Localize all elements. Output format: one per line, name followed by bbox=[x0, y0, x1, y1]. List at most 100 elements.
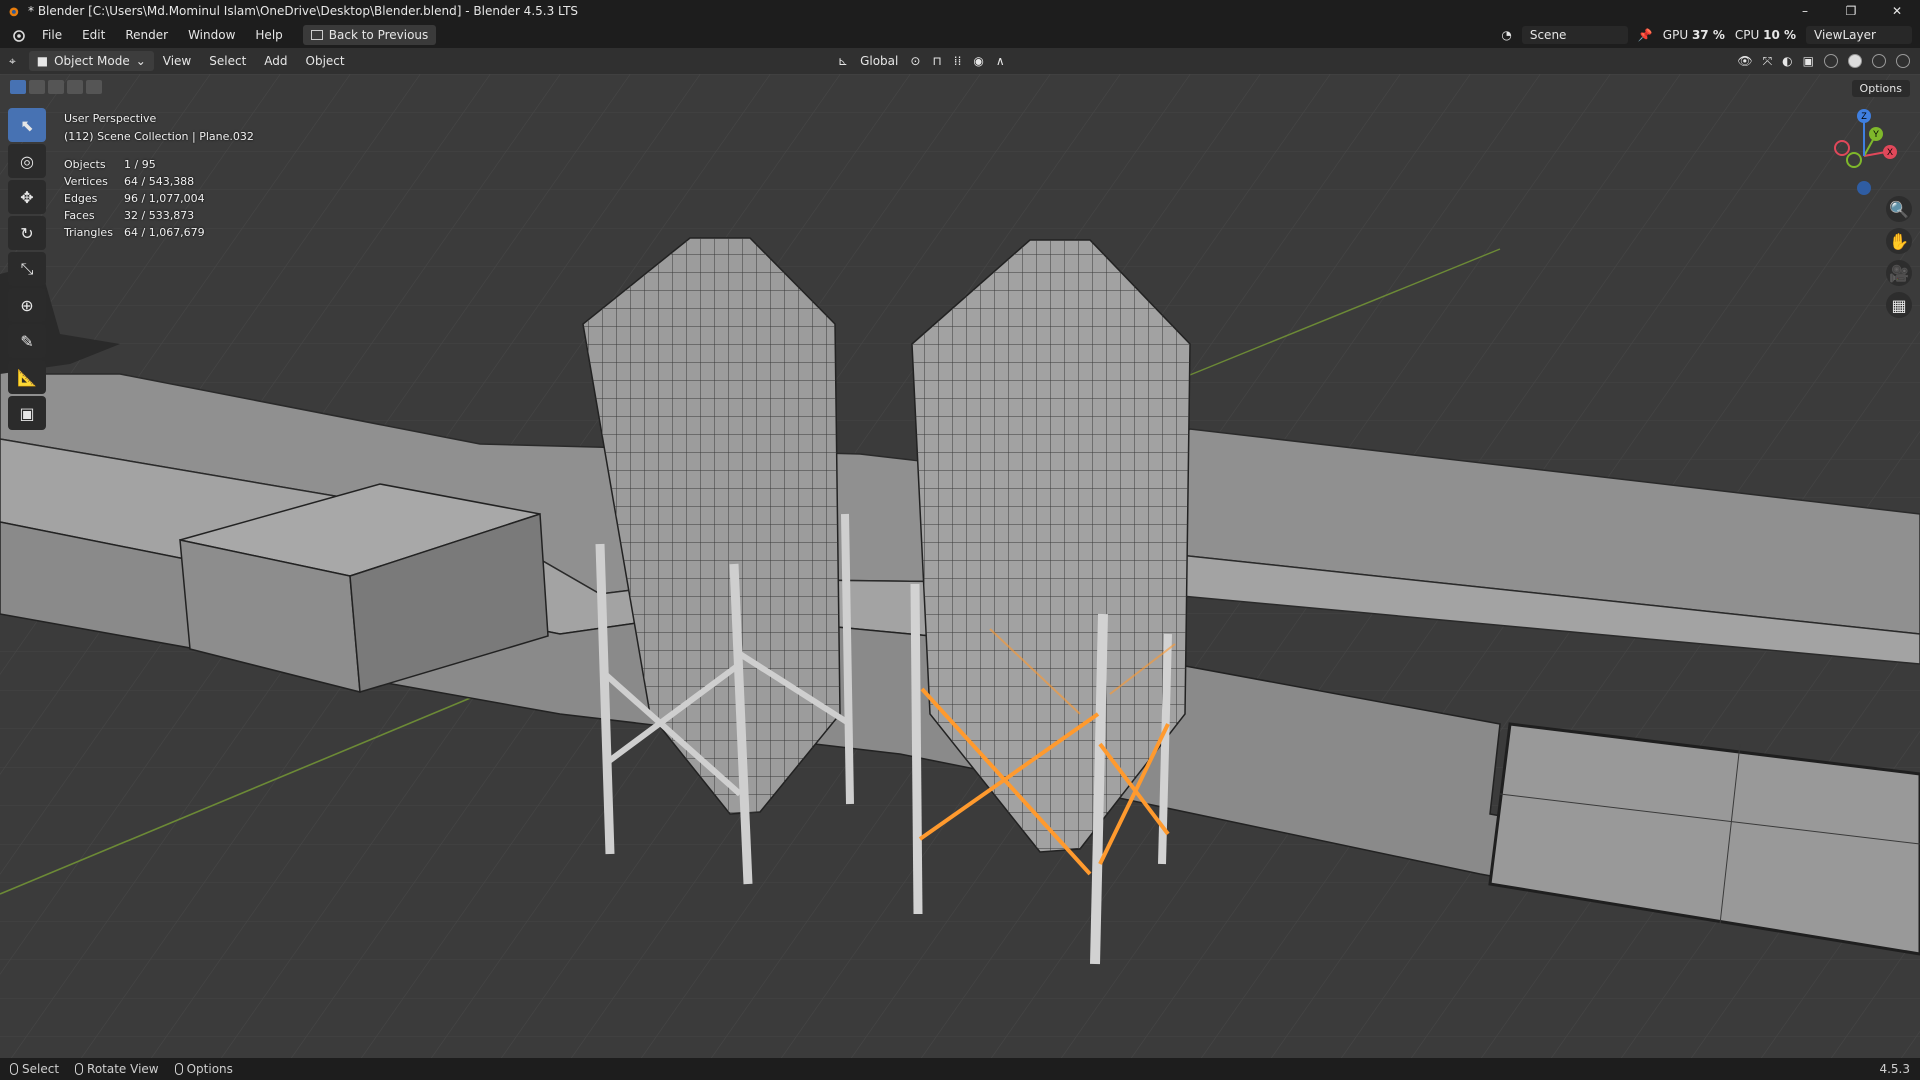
snap-target-icon[interactable]: ⁞⁞ bbox=[954, 54, 962, 68]
window-title: * Blender [C:\Users\Md.Mominul Islam\One… bbox=[28, 4, 579, 18]
menu-object[interactable]: Object bbox=[297, 48, 354, 74]
pan-hand-icon[interactable]: ✋ bbox=[1886, 228, 1912, 254]
add-cube-tool[interactable]: ▣ bbox=[8, 396, 46, 430]
menu-select[interactable]: Select bbox=[200, 48, 255, 74]
visibility-icon[interactable]: 👁 bbox=[1737, 54, 1752, 68]
transform-orientation-icon: ⊾ bbox=[838, 54, 849, 68]
transform-tool[interactable]: ⊕ bbox=[8, 288, 46, 322]
menu-edit[interactable]: Edit bbox=[72, 22, 115, 48]
gizmo-x-label: X bbox=[1887, 147, 1893, 157]
annotate-tool[interactable]: ✎ bbox=[8, 324, 46, 358]
menu-add[interactable]: Add bbox=[255, 48, 296, 74]
wireframe-shading-button[interactable] bbox=[1824, 54, 1838, 68]
move-tool[interactable]: ✥ bbox=[8, 180, 46, 214]
top-menubar: File Edit Render Window Help Back to Pre… bbox=[0, 22, 1920, 48]
stat-row: Objects 1 / 95 bbox=[64, 158, 156, 171]
scene-statistics: Objects 1 / 95 Vertices 64 / 543,388 Edges… bbox=[64, 156, 254, 241]
collection-label: (112) Scene Collection | Plane.032 bbox=[64, 130, 254, 143]
select-invert-button[interactable] bbox=[67, 80, 83, 94]
menu-render[interactable]: Render bbox=[115, 22, 178, 48]
blender-menu-icon[interactable] bbox=[10, 27, 26, 43]
select-extend-button[interactable] bbox=[29, 80, 45, 94]
overlay-toggle-icon[interactable]: ◐ bbox=[1782, 54, 1792, 68]
view-layer-selector[interactable]: ViewLayer bbox=[1806, 26, 1912, 44]
close-button[interactable]: ✕ bbox=[1874, 0, 1920, 22]
select-new-button[interactable] bbox=[10, 80, 26, 94]
cursor-arrow-icon: ⬉ bbox=[20, 115, 34, 135]
scale-icon: ⤡ bbox=[20, 259, 34, 278]
scale-tool[interactable]: ⤡ bbox=[8, 252, 46, 286]
scene-canvas[interactable] bbox=[0, 74, 1920, 1058]
zoom-icon[interactable]: 🔍 bbox=[1886, 196, 1912, 222]
navigation-buttons: 🔍 ✋ 🎥 ▦ bbox=[1886, 196, 1912, 318]
pin-icon[interactable]: 📌 bbox=[1638, 28, 1653, 42]
navigation-gizmo[interactable]: X Y Z bbox=[1824, 108, 1904, 198]
viewport-info-overlay: User Perspective (112) Scene Collection … bbox=[64, 110, 254, 241]
mode-label: Object Mode bbox=[54, 54, 130, 68]
editor-type-icon[interactable]: ⌖ bbox=[0, 48, 25, 74]
camera-icon[interactable]: 🎥 bbox=[1886, 260, 1912, 286]
measure-tool[interactable]: 📐 bbox=[8, 360, 46, 394]
select-subtract-button[interactable] bbox=[48, 80, 64, 94]
window-titlebar: * Blender [C:\Users\Md.Mominul Islam\One… bbox=[0, 0, 1920, 22]
3d-viewport[interactable]: ⬉ ◎ ✥ ↻ ⤡ ⊕ ✎ 📐 ▣ User Perspective (112)… bbox=[0, 74, 1920, 1058]
back-to-previous-button[interactable]: Back to Previous bbox=[302, 25, 437, 45]
blender-logo-icon bbox=[9, 7, 19, 17]
cpu-usage: CPU 10 % bbox=[1734, 28, 1796, 42]
cube-icon: ▣ bbox=[19, 403, 35, 423]
gpu-usage: GPU 37 % bbox=[1662, 28, 1725, 42]
move-arrows-icon: ✥ bbox=[20, 187, 34, 207]
pivot-icon[interactable]: ⊙ bbox=[910, 54, 920, 68]
version-label: 4.5.3 bbox=[1879, 1062, 1910, 1076]
menu-window[interactable]: Window bbox=[178, 22, 245, 48]
menu-file[interactable]: File bbox=[32, 22, 72, 48]
transform-orientation-select[interactable]: Global bbox=[860, 54, 898, 68]
viewport-header: ⌖ ■ Object Mode ⌄ View Select Add Object… bbox=[0, 48, 1920, 74]
menu-view[interactable]: View bbox=[154, 48, 200, 74]
gizmo-z-label: Z bbox=[1861, 111, 1867, 121]
stat-row: Faces 32 / 533,873 bbox=[64, 209, 195, 222]
maximize-button[interactable]: ❐ bbox=[1828, 0, 1874, 22]
mouse-right-icon bbox=[174, 1063, 183, 1075]
object-mode-icon: ■ bbox=[36, 54, 49, 68]
cursor-tool[interactable]: ◎ bbox=[8, 144, 46, 178]
select-box-tool[interactable]: ⬉ bbox=[8, 108, 46, 142]
rotate-tool[interactable]: ↻ bbox=[8, 216, 46, 250]
gizmo-y-label: Y bbox=[1873, 129, 1879, 139]
mouse-left-icon bbox=[10, 1063, 18, 1075]
gizmo-toggle-icon[interactable]: ⤧ bbox=[1763, 54, 1773, 69]
viewport-options-button[interactable]: Options bbox=[1851, 80, 1910, 97]
mouse-middle-icon bbox=[75, 1063, 84, 1075]
proportional-edit-icon[interactable]: ◉ bbox=[973, 54, 983, 68]
stat-row: Edges 96 / 1,077,004 bbox=[64, 192, 205, 205]
menubar-right: ◔ Scene 📌 GPU 37 % CPU 10 % ViewLayer bbox=[1501, 22, 1912, 48]
status-select-hint: Select bbox=[10, 1062, 59, 1076]
selection-mode-buttons bbox=[10, 80, 102, 94]
back-to-previous-label: Back to Previous bbox=[328, 28, 429, 42]
material-shading-button[interactable] bbox=[1872, 54, 1886, 68]
minimize-button[interactable]: – bbox=[1782, 0, 1828, 22]
status-rotate-hint: Rotate View bbox=[75, 1062, 159, 1076]
chevron-down-icon: ⌄ bbox=[135, 54, 146, 68]
stat-row: Triangles 64 / 1,067,679 bbox=[64, 226, 205, 239]
menu-help[interactable]: Help bbox=[245, 22, 292, 48]
rotate-icon: ↻ bbox=[20, 223, 34, 243]
header-center-tools: ⊾ Global ⊙ ⊓ ⁞⁞ ◉ ∧ bbox=[838, 48, 1005, 74]
scene-icon[interactable]: ◔ bbox=[1501, 28, 1511, 42]
header-right-tools: 👁 ⤧ ◐ ▣ bbox=[1737, 48, 1910, 74]
select-intersect-button[interactable] bbox=[86, 80, 102, 94]
transform-icon: ⊕ bbox=[20, 295, 34, 315]
grid-perspective-icon[interactable]: ▦ bbox=[1886, 292, 1912, 318]
status-options-hint: Options bbox=[174, 1062, 233, 1076]
stat-row: Vertices 64 / 543,388 bbox=[64, 175, 195, 188]
snap-icon[interactable]: ⊓ bbox=[932, 54, 941, 68]
scene-selector[interactable]: Scene bbox=[1521, 26, 1628, 44]
status-bar: Select Rotate View Options 4.5.3 bbox=[0, 1058, 1920, 1080]
perspective-label: User Perspective bbox=[64, 112, 157, 125]
falloff-icon[interactable]: ∧ bbox=[996, 54, 1005, 68]
xray-toggle-icon[interactable]: ▣ bbox=[1803, 54, 1814, 68]
solid-shading-button[interactable] bbox=[1848, 54, 1862, 68]
mode-selector[interactable]: ■ Object Mode ⌄ bbox=[28, 51, 154, 71]
window-controls: – ❐ ✕ bbox=[1782, 0, 1920, 22]
rendered-shading-button[interactable] bbox=[1896, 54, 1910, 68]
